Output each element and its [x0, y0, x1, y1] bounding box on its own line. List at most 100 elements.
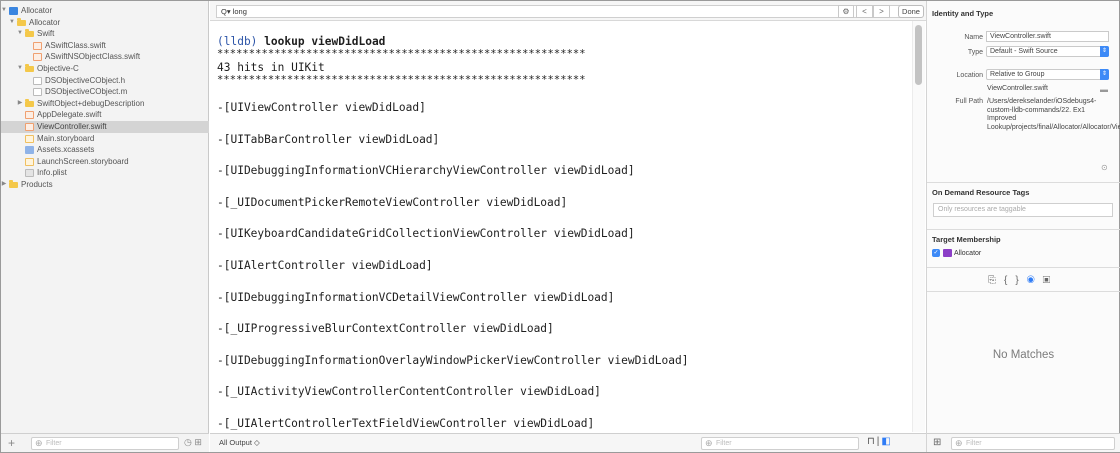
grid-view-icon[interactable]: ⊞: [933, 437, 941, 448]
debug-console: Q▾ long ⚙ < > Done (lldb) lookup viewDid…: [210, 1, 926, 452]
navigator-item[interactable]: Assets.xcassets: [1, 144, 209, 156]
navigator-item[interactable]: ViewController.swift: [1, 120, 209, 133]
folder-icon: [25, 63, 34, 72]
console-filter-input[interactable]: Filter: [701, 437, 859, 450]
divider: [927, 291, 1120, 292]
find-input[interactable]: Q▾ long: [216, 5, 904, 18]
navigator-item[interactable]: ▶ SwiftObject+debugDescription: [1, 98, 209, 110]
type-label: Type: [967, 49, 983, 56]
navigator-item-label: Allocator: [29, 17, 61, 27]
location-file: ViewController.swift: [987, 85, 1048, 92]
method-line: -[UIViewController viewDidLoad]: [217, 101, 426, 114]
storyboard-icon: [25, 157, 34, 166]
navigator-item-label: ViewController.swift: [37, 121, 107, 131]
navigator-item-label: ASwiftNSObjectClass.swift: [45, 52, 141, 62]
navigator-item[interactable]: ▼ Allocator: [1, 17, 209, 29]
storyboard-icon: [25, 134, 34, 143]
navigator-item[interactable]: ASwiftNSObjectClass.swift: [1, 51, 209, 63]
disclosure-open-icon[interactable]: ▼: [16, 28, 24, 40]
navigator-item-label: Assets.xcassets: [37, 145, 95, 155]
output-selector[interactable]: All Output ◇: [219, 438, 260, 447]
navigator-filter-input[interactable]: Filter: [31, 437, 179, 450]
folder-icon: [9, 179, 18, 188]
location-label: Location: [956, 72, 983, 79]
method-line: -[_UIActivityViewControllerContentContro…: [217, 385, 601, 399]
name-label: Name: [964, 34, 983, 41]
add-file-button[interactable]: +: [8, 436, 15, 450]
file-tree: ▼ Allocator ▼ Allocator ▼ Swift ASwiftClass.sw…: [1, 5, 209, 191]
find-previous-button[interactable]: <: [856, 5, 873, 18]
location-popup[interactable]: Relative to Group ⇕: [986, 69, 1109, 80]
navigator-item-label: Products: [21, 179, 53, 189]
disclosure-open-icon[interactable]: ▼: [8, 17, 16, 29]
navigator-item-label: Swift: [37, 29, 55, 39]
library-tabs[interactable]: ⎘{}◉▣: [988, 275, 1058, 286]
chevron-updown-icon: ⇕: [1100, 69, 1109, 80]
divider: [927, 182, 1120, 183]
find-done-button[interactable]: Done: [898, 5, 924, 18]
disclosure-closed-icon[interactable]: ▶: [0, 179, 8, 191]
method-line: -[UITabBarController viewDidLoad]: [217, 132, 440, 146]
navigator-item[interactable]: ASwiftClass.swift: [1, 40, 209, 52]
navigator-item[interactable]: ▼ Allocator: [1, 5, 209, 17]
reveal-arrow-icon[interactable]: ⊙: [1101, 163, 1108, 172]
find-next-button[interactable]: >: [873, 5, 890, 18]
type-popup[interactable]: Default - Swift Source ⇕: [986, 46, 1109, 57]
navigator-item-label: AppDelegate.swift: [37, 110, 102, 120]
navigator-item[interactable]: ▼ Objective-C: [1, 63, 209, 75]
inspector-bottom-bar: ⊞ Filter: [927, 433, 1120, 452]
lldb-command-line: (lldb) lookup viewDidLoad: [217, 35, 907, 48]
method-line: -[UIDebuggingInformationVCHierarchyViewC…: [217, 164, 635, 178]
navigator-item-label: SwiftObject+debugDescription: [37, 98, 145, 108]
method-line: -[_UIProgressiveBlurContextController vi…: [217, 322, 554, 336]
navigator-item[interactable]: Main.storyboard: [1, 133, 209, 145]
navigator-item-label: Objective-C: [37, 63, 79, 73]
divider: [927, 229, 1120, 230]
find-options-icon[interactable]: ⚙: [838, 5, 854, 18]
target-icon: [943, 249, 952, 258]
separator-stars-top: ****************************************…: [217, 48, 586, 60]
console-scrollbar-thumb[interactable]: [915, 25, 922, 85]
disclosure-closed-icon[interactable]: ▶: [16, 98, 24, 110]
checkbox-icon[interactable]: ✓: [932, 249, 940, 258]
method-line: -[_UIDocumentPickerRemoteViewController …: [217, 195, 568, 209]
lldb-prompt: (lldb): [217, 35, 258, 48]
method-line: -[UIAlertController viewDidLoad]: [217, 259, 433, 272]
navigator-item-label: Allocator: [21, 6, 53, 15]
navigator-item[interactable]: Info.plist: [1, 167, 209, 179]
no-matches-text: No Matches: [992, 349, 1055, 361]
navigator-item[interactable]: AppDelegate.swift: [1, 109, 209, 121]
fullpath-value: /Users/derekselander/iOSdebugs4-custom-l…: [987, 98, 1120, 131]
library-filter-input[interactable]: Filter: [951, 437, 1115, 450]
lldb-command: lookup viewDidLoad: [264, 35, 386, 48]
code-snippet-icon[interactable]: {}: [1004, 275, 1027, 286]
console-layout-icons[interactable]: ⊓|◧: [867, 436, 893, 447]
recent-files-icon[interactable]: ◷ ⊞: [184, 437, 202, 448]
object-library-icon[interactable]: ◉: [1027, 275, 1043, 286]
navigator-item[interactable]: DSObjectiveCObject.m: [1, 86, 209, 98]
name-field[interactable]: ViewController.swift: [986, 31, 1109, 42]
method-line: -[UIKeyboardCandidateGridCollectionViewC…: [217, 227, 635, 241]
media-library-icon[interactable]: ▣: [1043, 275, 1059, 286]
navigator-item-label: ASwiftClass.swift: [45, 40, 106, 50]
file-template-icon[interactable]: ⎘: [988, 275, 1004, 286]
type-value: Default - Swift Source: [990, 48, 1058, 55]
navigator-item-label: Info.plist: [37, 168, 67, 178]
ondemand-tags-input[interactable]: Only resources are taggable: [933, 203, 1113, 217]
folder-icon[interactable]: ▬: [1100, 85, 1108, 94]
navigator-item[interactable]: ▼ Swift: [1, 28, 209, 40]
implementation-file-icon: [33, 88, 42, 97]
console-output[interactable]: (lldb) lookup viewDidLoad **************…: [217, 35, 907, 431]
swift-file-icon: [25, 111, 34, 120]
navigator-item[interactable]: DSObjectiveCObject.h: [1, 75, 209, 87]
target-row[interactable]: ✓ Allocator: [932, 249, 981, 259]
file-inspector: Identity and Type Name ViewController.sw…: [926, 1, 1120, 452]
navigator-item[interactable]: LaunchScreen.storyboard: [1, 156, 209, 168]
method-line: -[_UIAlertControllerTextFieldViewControl…: [217, 417, 595, 430]
target-name: Allocator: [954, 250, 982, 257]
fullpath-label: Full Path: [955, 98, 983, 105]
navigator-item[interactable]: ▶ Products: [1, 179, 209, 191]
folder-icon: [25, 29, 34, 38]
disclosure-open-icon[interactable]: ▼: [16, 63, 24, 75]
disclosure-open-icon[interactable]: ▼: [0, 5, 8, 17]
